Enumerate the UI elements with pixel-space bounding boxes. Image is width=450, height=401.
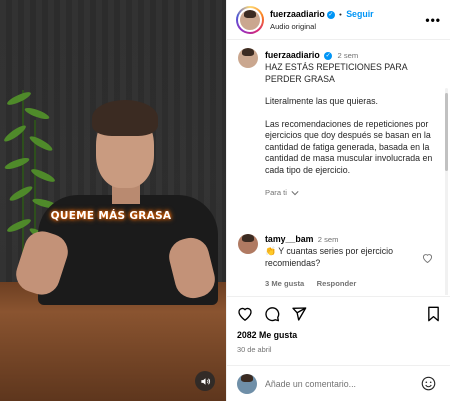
post-description: fuerzaadiario ✓ 2 sem HAZ ESTÁS REPETICI… (265, 50, 437, 197)
author-avatar[interactable] (238, 48, 258, 68)
commenter-avatar[interactable] (238, 234, 258, 254)
comment-bubble-icon[interactable] (264, 306, 280, 322)
translation-link[interactable]: Para ti (265, 188, 437, 197)
comment-likes[interactable]: 3 Me gusta (265, 279, 304, 288)
avatar[interactable] (238, 8, 262, 32)
person-hair (92, 100, 158, 136)
scrollbar-thumb[interactable] (445, 93, 448, 171)
comment-composer (227, 365, 450, 401)
verified-badge-icon: ✓ (326, 10, 335, 19)
video-caption: QUEME MÁS GRASA (50, 210, 172, 222)
mute-button[interactable] (195, 371, 215, 391)
instagram-post-modal: QUEME MÁS GRASA fuerzaadiario ✓ • Seguir … (0, 0, 450, 401)
comment-like-heart-icon[interactable] (422, 253, 433, 263)
comments-section: fuerzaadiario ✓ 2 sem HAZ ESTÁS REPETICI… (227, 41, 450, 295)
post-details-panel: fuerzaadiario ✓ • Seguir Audio original •… (226, 0, 450, 401)
comment-time: 2 sem (317, 235, 339, 244)
reply-button[interactable]: Responder (317, 279, 357, 288)
chevron-down-icon (291, 191, 299, 196)
audio-label[interactable]: Audio original (270, 22, 316, 31)
like-heart-icon[interactable] (237, 306, 253, 321)
video-player[interactable]: QUEME MÁS GRASA (0, 0, 226, 401)
commenter-username[interactable]: tamy__bam (265, 234, 313, 244)
follow-button[interactable]: Seguir (346, 9, 373, 19)
current-user-avatar[interactable] (237, 374, 257, 394)
share-paper-plane-icon[interactable] (291, 306, 307, 322)
more-options-icon[interactable]: ••• (425, 13, 441, 27)
post-date: 30 de abril (237, 345, 272, 354)
comment-text: 👏 Y cuantas series por ejercicio recomie… (265, 246, 393, 268)
description-title: HAZ ESTÁS REPETICIONES PARA PERDER GRASA (265, 62, 408, 84)
separator: • (339, 10, 342, 19)
description-time: 2 sem (337, 51, 359, 60)
save-bookmark-icon[interactable] (427, 306, 440, 322)
author-username[interactable]: fuerzaadiario (270, 9, 325, 19)
description-paragraph-2: Las recomendaciones de repeticiones por … (265, 118, 433, 175)
description-paragraph-1: Literalmente las que quieras. (265, 96, 378, 106)
comment-input[interactable] (265, 376, 415, 392)
emoji-icon[interactable] (421, 376, 436, 391)
verified-badge-icon: ✓ (324, 51, 333, 60)
post-header: fuerzaadiario ✓ • Seguir Audio original •… (227, 0, 450, 40)
description-username[interactable]: fuerzaadiario (265, 50, 320, 60)
speaker-icon (200, 377, 210, 385)
likes-count[interactable]: 2082 Me gusta (237, 330, 297, 340)
